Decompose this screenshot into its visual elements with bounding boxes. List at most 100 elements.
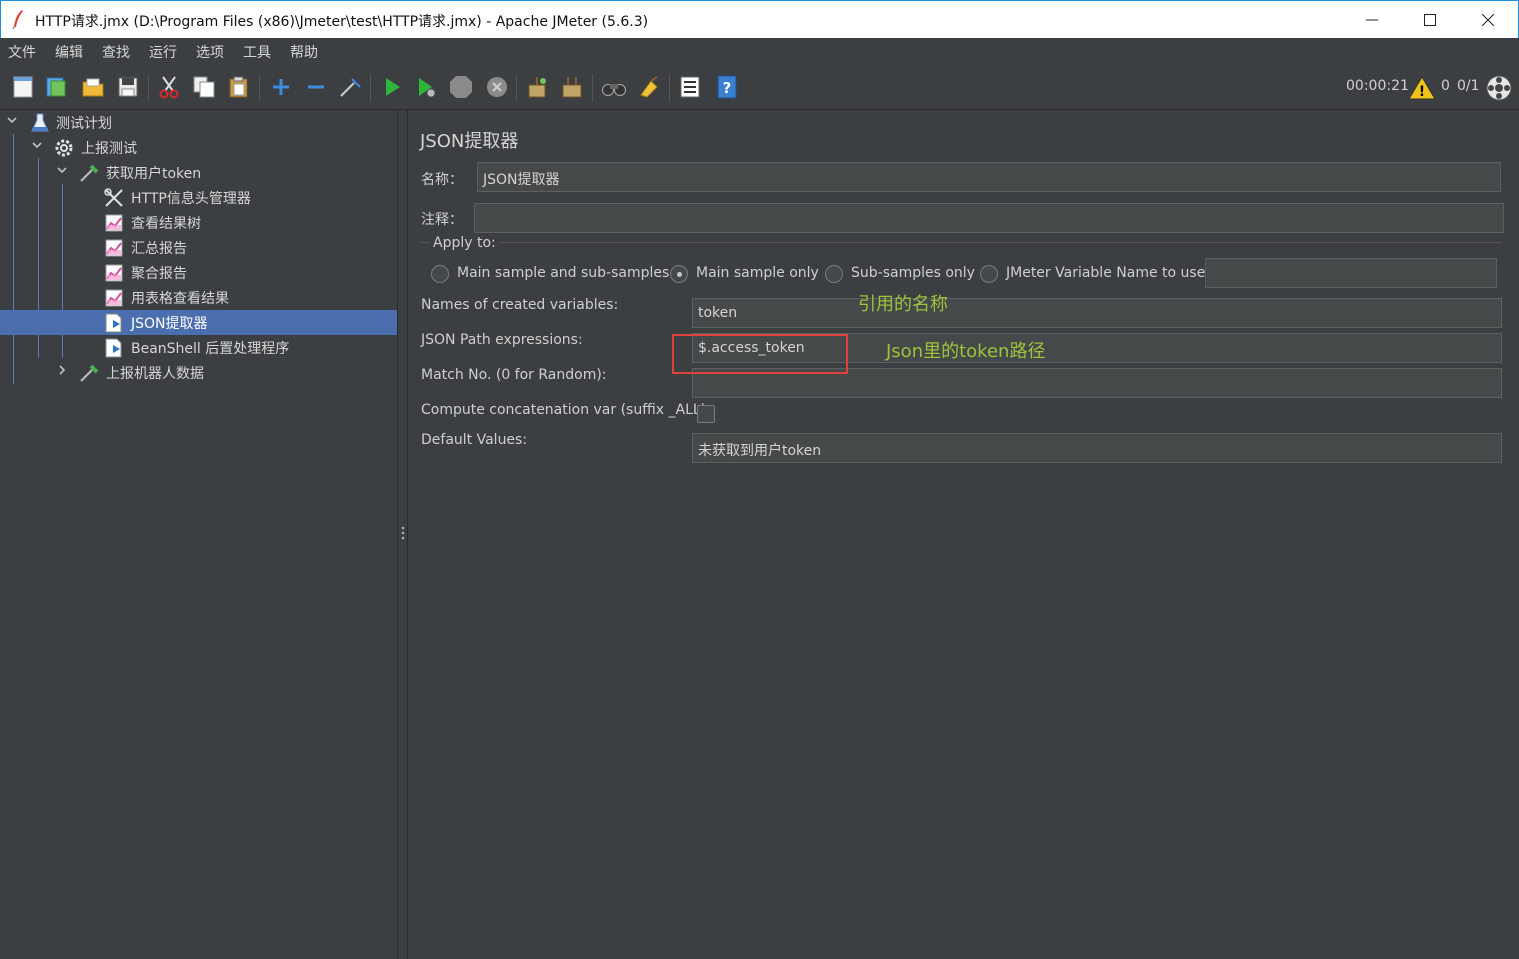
jmeter-feather-icon	[12, 10, 23, 29]
tree-item-summary-report[interactable]: 汇总报告	[0, 235, 397, 260]
help-icon: ?	[717, 75, 737, 99]
minimize-button[interactable]	[1343, 1, 1401, 39]
menu-edit[interactable]: 编辑	[55, 42, 83, 62]
tree-item-get-token-sampler[interactable]: 获取用户token	[0, 160, 397, 185]
radio-sub-only-label[interactable]: Sub-samples only	[851, 265, 975, 281]
tree-item-table-results[interactable]: 用表格查看结果	[0, 285, 397, 310]
json-path-label: JSON Path expressions:	[421, 332, 583, 348]
stop-icon	[450, 76, 472, 98]
svg-text:!: !	[1419, 84, 1425, 100]
search-button[interactable]	[601, 74, 627, 100]
default-values-field[interactable]: 未获取到用户token	[692, 433, 1502, 463]
drag-handle-icon	[401, 526, 405, 540]
panel-splitter[interactable]	[397, 110, 408, 959]
menu-tools[interactable]: 工具	[243, 42, 271, 62]
radio-jmeter-variable[interactable]	[980, 265, 998, 283]
collapse-all-button[interactable]	[303, 74, 329, 100]
chevron-down-icon[interactable]	[31, 139, 45, 155]
stop-button[interactable]	[448, 74, 474, 100]
tree-item-label: 上报机器人数据	[106, 366, 204, 382]
tree-item-beanshell-postprocessor[interactable]: BeanShell 后置处理程序	[0, 335, 397, 360]
jmeter-variable-name-field[interactable]	[1205, 258, 1497, 288]
thread-group-gear-icon	[55, 139, 73, 157]
help-button[interactable]: ?	[714, 74, 740, 100]
save-button[interactable]	[115, 74, 141, 100]
start-no-pauses-button[interactable]	[413, 74, 439, 100]
annotation-json-path: Json里的token路径	[886, 341, 1046, 362]
scissors-icon	[159, 76, 179, 99]
templates-button[interactable]	[43, 74, 69, 100]
elapsed-timer: 00:00:21	[1346, 78, 1409, 94]
radio-sub-only[interactable]	[825, 265, 843, 283]
concatenation-checkbox[interactable]	[697, 405, 715, 423]
tree-item-json-extractor[interactable]: JSON提取器	[0, 310, 397, 335]
chevron-right-icon[interactable]	[56, 364, 70, 380]
test-plan-flask-icon	[31, 113, 49, 132]
annotation-variable-name: 引用的名称	[858, 294, 948, 315]
sampler-pipette-icon	[80, 164, 99, 182]
tree-item-label: BeanShell 后置处理程序	[131, 341, 290, 357]
variable-names-field[interactable]: token	[692, 298, 1502, 328]
tree-item-label: 汇总报告	[131, 241, 187, 257]
radio-main-and-sub[interactable]	[431, 265, 449, 283]
sampler-pipette-icon	[80, 364, 99, 382]
tree-item-report-robot-data[interactable]: 上报机器人数据	[0, 360, 397, 385]
tree-item-view-results-tree[interactable]: 查看结果树	[0, 210, 397, 235]
remote-status-icon	[1486, 75, 1512, 101]
broom-clear-icon	[528, 77, 546, 98]
tree-item-thread-group[interactable]: 上报测试	[0, 135, 397, 160]
name-label: 名称：	[421, 172, 463, 188]
clear-button[interactable]	[524, 74, 550, 100]
maximize-button[interactable]	[1401, 1, 1459, 39]
tree-item-test-plan[interactable]: 测试计划	[0, 110, 397, 135]
close-button[interactable]	[1459, 1, 1517, 39]
svg-text:?: ?	[723, 79, 732, 97]
save-icon	[118, 77, 138, 97]
tree-item-label: 获取用户token	[106, 166, 202, 182]
radio-main-and-sub-label[interactable]: Main sample and sub-samples	[457, 265, 669, 281]
open-button[interactable]	[80, 74, 106, 100]
menu-file[interactable]: 文件	[8, 42, 36, 62]
cut-button[interactable]	[156, 74, 182, 100]
shutdown-button[interactable]	[484, 74, 510, 100]
panel-title: JSON提取器	[420, 131, 519, 152]
tree-item-aggregate-report[interactable]: 聚合报告	[0, 260, 397, 285]
warning-icon[interactable]: !	[1408, 75, 1436, 101]
menu-help[interactable]: 帮助	[290, 42, 318, 62]
window-titlebar: HTTP请求.jmx (D:\Program Files (x86)\Jmete…	[0, 0, 1519, 38]
chevron-down-icon[interactable]	[6, 114, 20, 130]
comment-label: 注释：	[421, 212, 463, 228]
comment-field[interactable]	[474, 203, 1504, 233]
clear-all-button[interactable]	[559, 74, 585, 100]
paste-icon	[229, 76, 248, 98]
reset-search-button[interactable]	[636, 74, 662, 100]
expand-all-button[interactable]	[268, 74, 294, 100]
start-button[interactable]	[379, 74, 405, 100]
function-helper-button[interactable]	[677, 74, 703, 100]
tree-item-label: 聚合报告	[131, 266, 187, 282]
toggle-button[interactable]	[337, 74, 363, 100]
minus-icon	[308, 85, 324, 89]
radio-jmeter-variable-label[interactable]: JMeter Variable Name to use	[1006, 265, 1205, 281]
warning-count: 0	[1441, 78, 1450, 94]
tree-item-label: 用表格查看结果	[131, 291, 229, 307]
menu-bar: 文件 编辑 查找 运行 选项 工具 帮助	[0, 38, 1519, 66]
paste-button[interactable]	[226, 74, 252, 100]
copy-button[interactable]	[191, 74, 217, 100]
radio-main-only-label[interactable]: Main sample only	[696, 265, 819, 281]
new-button[interactable]	[10, 74, 36, 100]
radio-main-only[interactable]	[670, 265, 688, 283]
minimize-icon	[1366, 19, 1378, 21]
tree-item-label: HTTP信息头管理器	[131, 191, 251, 207]
menu-search[interactable]: 查找	[102, 42, 130, 62]
concatenation-label: Compute concatenation var (suffix _ALL):	[421, 402, 711, 418]
name-field[interactable]: JSON提取器	[477, 162, 1501, 192]
chevron-down-icon[interactable]	[56, 164, 70, 180]
tree-item-label: 测试计划	[56, 116, 112, 132]
menu-options[interactable]: 选项	[196, 42, 224, 62]
listener-chart-icon	[105, 289, 123, 307]
tree-item-label: JSON提取器	[131, 316, 208, 332]
listener-chart-icon	[105, 264, 123, 282]
menu-run[interactable]: 运行	[149, 42, 177, 62]
tree-item-header-manager[interactable]: HTTP信息头管理器	[0, 185, 397, 210]
